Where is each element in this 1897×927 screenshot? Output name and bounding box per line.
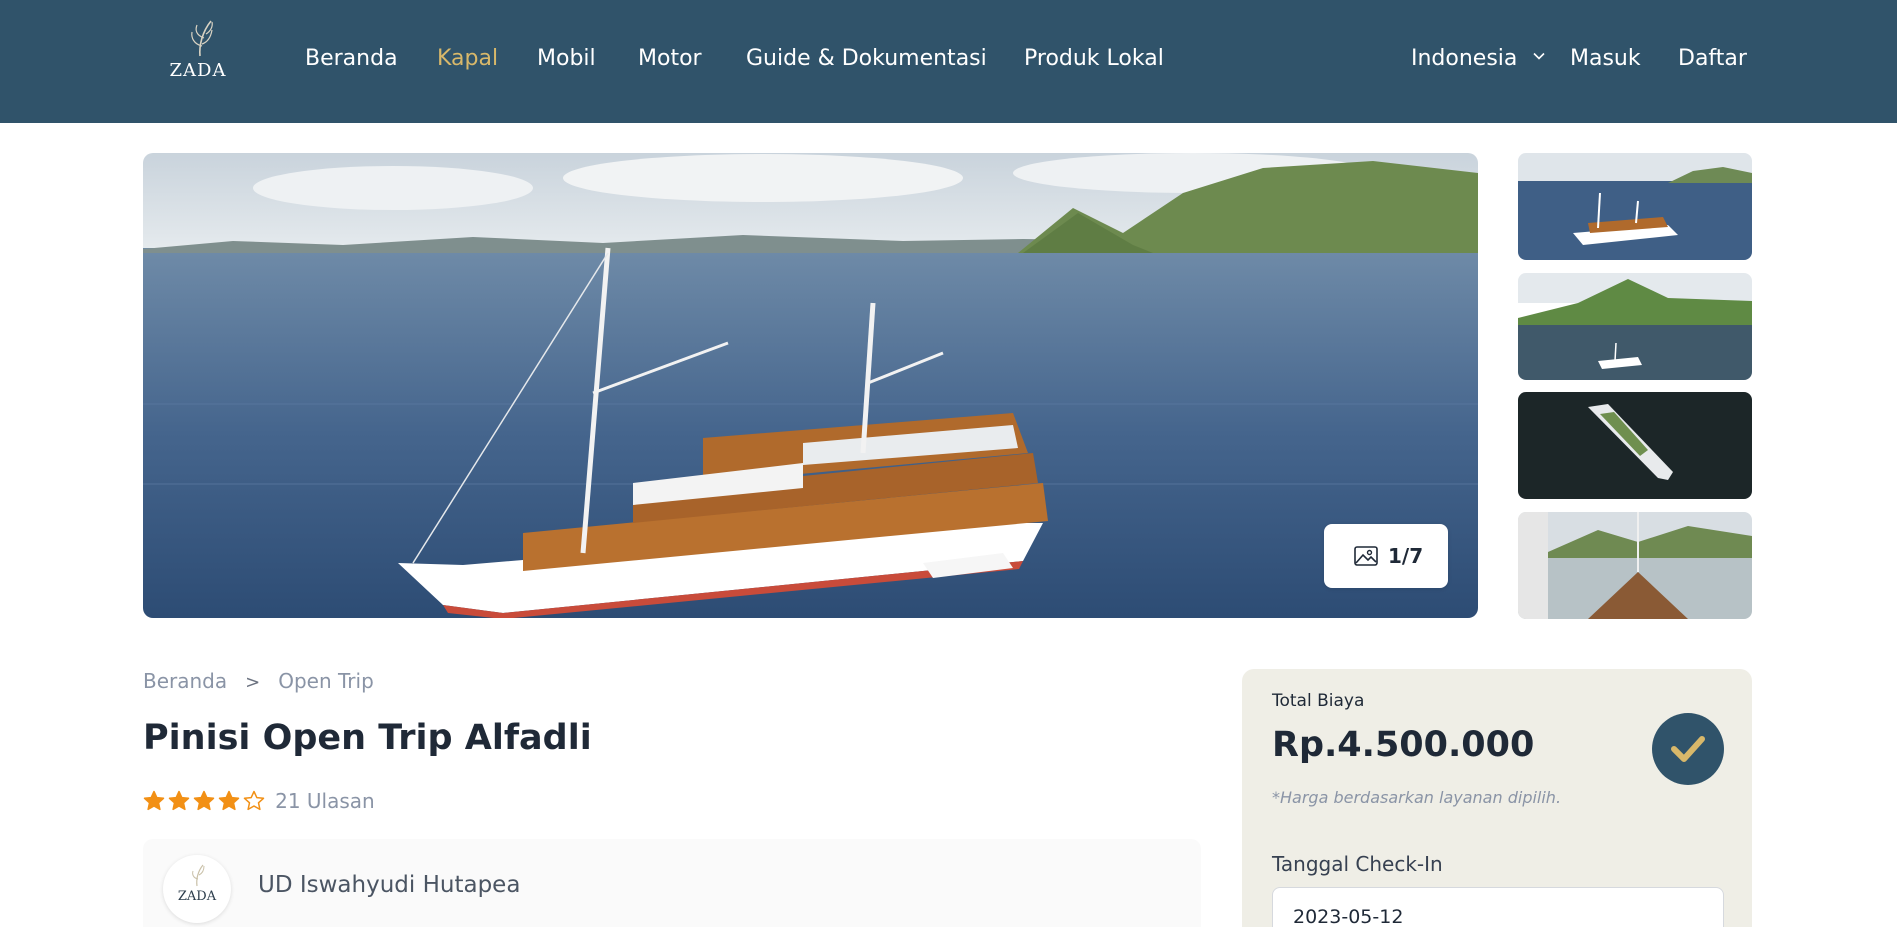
thumbnail-1[interactable] bbox=[1518, 153, 1752, 260]
star-filled-icon bbox=[143, 790, 165, 811]
login-link[interactable]: Masuk bbox=[1570, 46, 1641, 71]
check-icon bbox=[1671, 736, 1705, 762]
brand-logo[interactable]: ZADA bbox=[160, 16, 236, 86]
nav-item-produk-lokal[interactable]: Produk Lokal bbox=[1024, 46, 1164, 71]
thumbnail-4[interactable] bbox=[1518, 512, 1752, 619]
total-label: Total Biaya bbox=[1272, 691, 1365, 711]
photo-counter-button[interactable]: 1/7 bbox=[1324, 524, 1448, 588]
photo-counter: 1/7 bbox=[1388, 544, 1424, 568]
thumbnail-3[interactable] bbox=[1518, 392, 1752, 499]
nav-item-guide-dokumentasi[interactable]: Guide & Dokumentasi bbox=[746, 46, 987, 71]
owner-card: ZADA UD Iswahyudi Hutapea bbox=[143, 839, 1201, 927]
language-label: Indonesia bbox=[1411, 46, 1518, 71]
nav-item-kapal[interactable]: Kapal bbox=[437, 46, 498, 71]
boat-at-sea-thumbnail bbox=[1518, 153, 1752, 260]
main-photo[interactable] bbox=[143, 153, 1478, 618]
booking-card: Total Biaya Rp.4.500.000 *Harga berdasar… bbox=[1242, 669, 1752, 927]
breadcrumb: Beranda > Open Trip bbox=[143, 669, 374, 693]
image-icon bbox=[1354, 546, 1378, 566]
checkin-label: Tanggal Check-In bbox=[1272, 852, 1443, 876]
breadcrumb-home[interactable]: Beranda bbox=[143, 669, 227, 693]
breadcrumb-current[interactable]: Open Trip bbox=[278, 669, 374, 693]
star-filled-icon bbox=[168, 790, 190, 811]
checkin-date-input[interactable] bbox=[1272, 887, 1724, 927]
nav-item-motor[interactable]: Motor bbox=[638, 46, 702, 71]
page-title: Pinisi Open Trip Alfadli bbox=[143, 718, 592, 758]
brand-logo-text: ZADA bbox=[169, 60, 227, 81]
feather-icon bbox=[192, 864, 205, 887]
review-count[interactable]: 21 Ulasan bbox=[275, 789, 375, 813]
register-link[interactable]: Daftar bbox=[1678, 46, 1747, 71]
thumbnail-2[interactable] bbox=[1518, 273, 1752, 380]
owner-avatar: ZADA bbox=[163, 855, 231, 923]
chevron-down-icon bbox=[1533, 52, 1545, 60]
total-price: Rp.4.500.000 bbox=[1272, 725, 1535, 765]
aerial-boat-dark-water-thumbnail bbox=[1518, 392, 1752, 499]
language-selector[interactable]: Indonesia bbox=[1411, 46, 1546, 71]
rating-row: 21 Ulasan bbox=[143, 789, 375, 815]
owner-logo-text: ZADA bbox=[177, 889, 217, 904]
owner-name[interactable]: UD Iswahyudi Hutapea bbox=[258, 872, 520, 898]
star-rating bbox=[143, 790, 268, 812]
star-filled-icon bbox=[193, 790, 215, 811]
star-filled-icon bbox=[218, 790, 240, 811]
price-note: *Harga berdasarkan layanan dipilih. bbox=[1272, 788, 1562, 807]
feather-icon bbox=[191, 20, 213, 57]
breadcrumb-separator: > bbox=[245, 672, 261, 693]
bow-deck-harbor-thumbnail bbox=[1518, 512, 1752, 619]
top-navbar: ZADA Beranda Kapal Mobil Motor Guide & D… bbox=[0, 0, 1897, 123]
boat-photo bbox=[143, 153, 1478, 618]
nav-item-beranda[interactable]: Beranda bbox=[305, 46, 398, 71]
selected-check-badge bbox=[1652, 713, 1724, 785]
green-island-bay-thumbnail bbox=[1518, 273, 1752, 380]
star-empty-icon bbox=[243, 790, 265, 811]
nav-item-mobil[interactable]: Mobil bbox=[537, 46, 596, 71]
